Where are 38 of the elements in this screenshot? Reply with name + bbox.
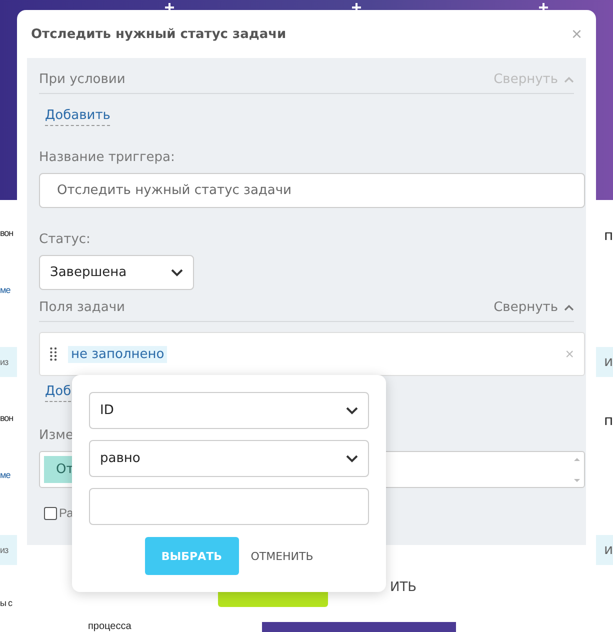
checkbox[interactable] xyxy=(44,506,57,520)
collapse-button[interactable]: Свернуть xyxy=(494,300,574,315)
background-text: и xyxy=(596,347,613,377)
field-label: Изме xyxy=(39,428,74,443)
dialog-title: Отследить нужный статус задачи xyxy=(31,26,286,42)
plus-icon[interactable] xyxy=(165,3,174,12)
value-input[interactable] xyxy=(89,488,369,525)
cancel-text: ИТЬ xyxy=(390,580,417,594)
status-select[interactable]: Завершена xyxy=(39,255,194,290)
chevron-down-icon xyxy=(171,268,183,276)
section-title: При условии xyxy=(39,72,126,87)
chevron-up-icon xyxy=(564,304,574,311)
background-text: ме xyxy=(0,470,10,480)
background-text: и xyxy=(596,535,613,565)
add-link[interactable]: Доб xyxy=(45,384,72,402)
field-select[interactable]: ID xyxy=(89,392,369,429)
background-text: из xyxy=(0,535,17,565)
trigger-name-field[interactable]: Отследить нужный статус задачи xyxy=(39,173,585,208)
background-text: ы с xyxy=(0,598,12,608)
chevron-down-icon xyxy=(346,454,358,462)
background-text: вон xyxy=(0,228,14,238)
drag-handle-icon[interactable] xyxy=(50,347,57,361)
chevron-down-icon xyxy=(346,406,358,414)
background-text: ме xyxy=(0,285,10,295)
plus-icon[interactable] xyxy=(352,3,361,12)
chevron-up-icon xyxy=(564,76,574,83)
background-text: процесса xyxy=(88,622,132,632)
section-title: Поля задачи xyxy=(39,300,125,315)
background-text: п xyxy=(603,228,613,244)
field-label: Статус: xyxy=(39,232,90,247)
field-label: Название триггера: xyxy=(39,150,175,165)
background-text: п xyxy=(603,413,613,429)
plus-icon[interactable] xyxy=(539,3,548,12)
filter-chip[interactable]: не заполнено xyxy=(68,346,168,362)
background-text: из xyxy=(0,347,17,377)
background-text: вон xyxy=(0,413,14,423)
operator-select[interactable]: равно xyxy=(89,440,369,477)
cancel-button[interactable]: ОТМЕНИТЬ xyxy=(250,550,314,562)
